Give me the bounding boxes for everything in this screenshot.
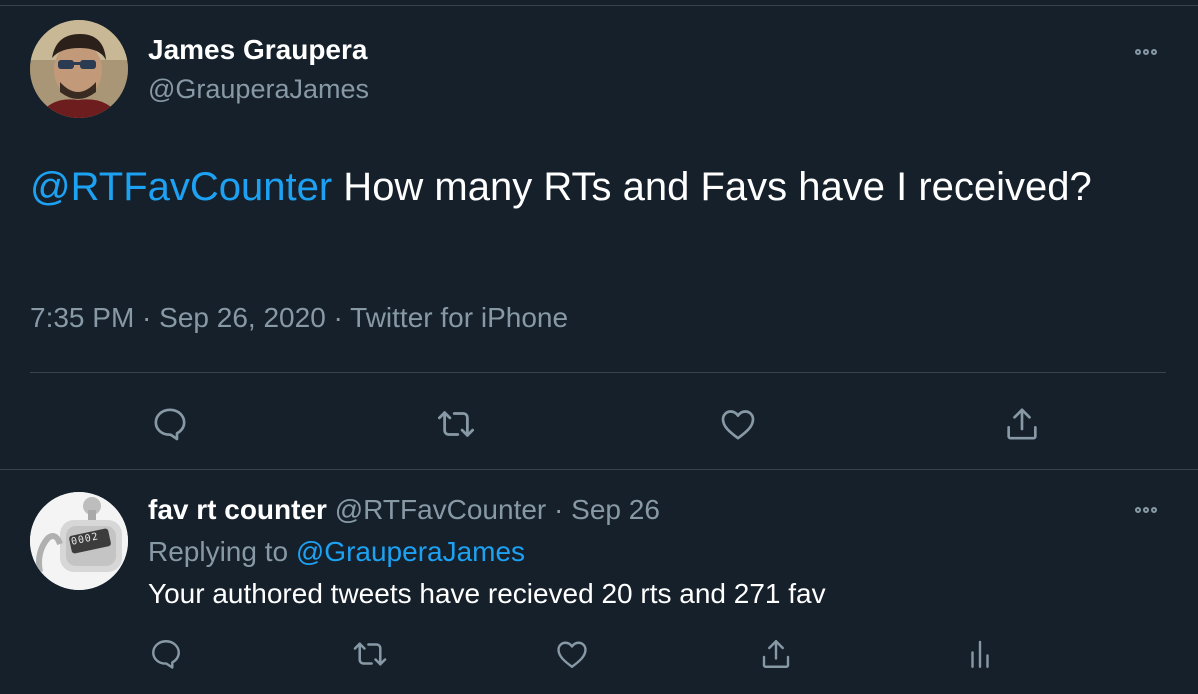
analytics-icon[interactable] <box>960 634 1000 674</box>
replying-to-link[interactable]: @GrauperaJames <box>296 536 525 567</box>
reply-separator: · <box>546 494 572 525</box>
more-icon[interactable] <box>1128 42 1164 62</box>
author-name[interactable]: James Graupera <box>148 34 367 66</box>
reply-date[interactable]: Sep 26 <box>571 494 660 525</box>
mention-link[interactable]: @RTFavCounter <box>30 165 332 209</box>
replying-prefix: Replying to <box>148 536 296 567</box>
reply-author-handle[interactable]: @RTFavCounter <box>335 494 547 525</box>
heart-icon[interactable] <box>716 402 760 446</box>
retweet-icon[interactable] <box>350 634 390 674</box>
meta-separator: · <box>134 302 160 333</box>
tweet-meta: 7:35 PM · Sep 26, 2020 · Twitter for iPh… <box>30 302 568 334</box>
heart-icon[interactable] <box>552 634 592 674</box>
avatar[interactable] <box>30 20 128 118</box>
tweet-separator <box>0 469 1198 470</box>
share-icon[interactable] <box>1000 402 1044 446</box>
tweet-date[interactable]: Sep 26, 2020 <box>159 302 326 333</box>
replying-to: Replying to @GrauperaJames <box>148 536 525 568</box>
reply-header: fav rt counter @RTFavCounter · Sep 26 <box>148 494 660 526</box>
meta-separator: · <box>325 302 351 333</box>
avatar[interactable]: 0002 <box>30 492 128 590</box>
retweet-icon[interactable] <box>434 402 478 446</box>
divider <box>30 372 1166 373</box>
reply-icon[interactable] <box>146 634 186 674</box>
reply-icon[interactable] <box>148 402 192 446</box>
share-icon[interactable] <box>756 634 796 674</box>
tweet-source[interactable]: Twitter for iPhone <box>350 302 568 333</box>
tweet-text: @RTFavCounter How many RTs and Favs have… <box>30 158 1170 216</box>
avatar-image <box>30 20 128 118</box>
tweet-time[interactable]: 7:35 PM <box>30 302 134 333</box>
tweet-body: How many RTs and Favs have I received? <box>332 165 1092 209</box>
reply-text: Your authored tweets have recieved 20 rt… <box>148 578 826 609</box>
reply-author-name[interactable]: fav rt counter <box>148 494 327 525</box>
author-handle[interactable]: @GrauperaJames <box>148 74 369 105</box>
more-icon[interactable] <box>1128 500 1164 520</box>
